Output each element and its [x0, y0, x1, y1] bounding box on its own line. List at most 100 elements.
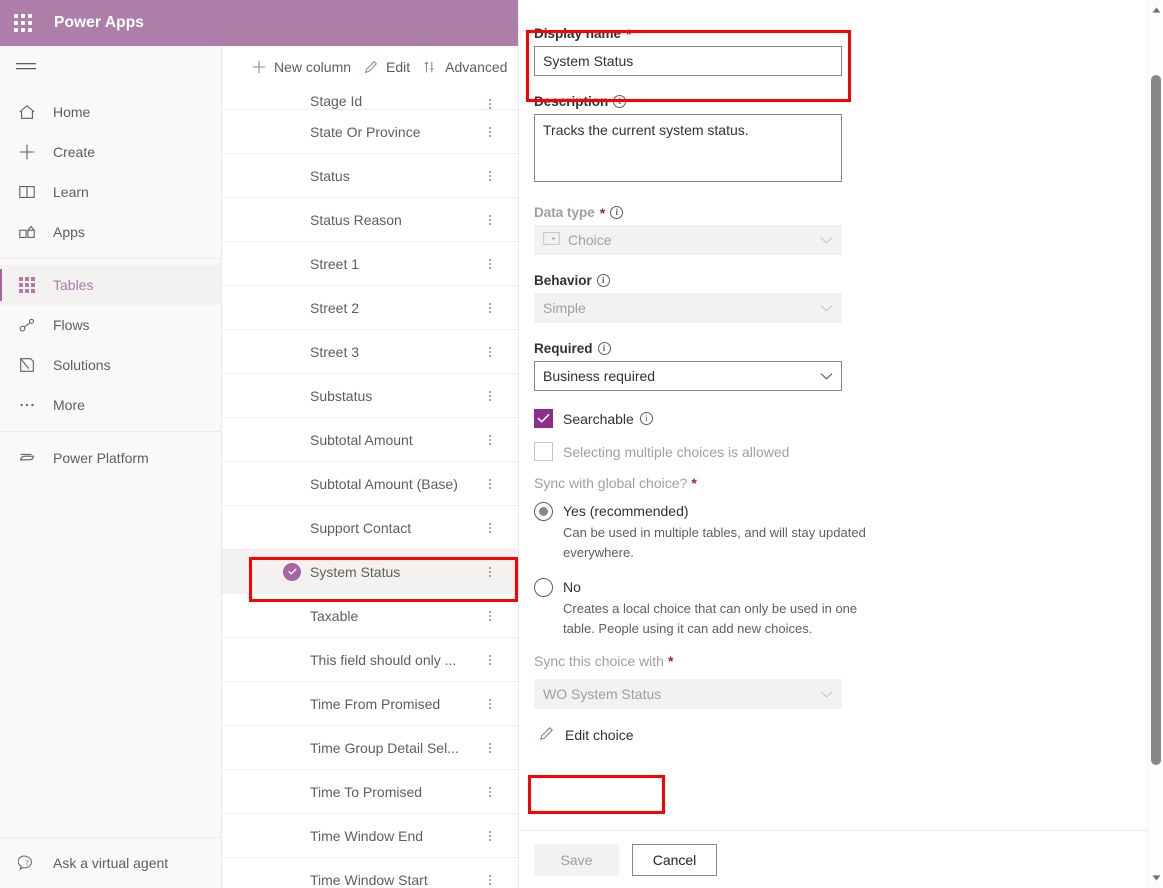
sidebar-item-flows[interactable]: Flows — [0, 305, 221, 345]
table-row[interactable]: Time Window Start — [222, 858, 518, 888]
table-row-system-status[interactable]: System Status — [222, 550, 518, 594]
new-column-button[interactable]: New column — [248, 54, 360, 79]
table-row[interactable]: Street 3 — [222, 330, 518, 374]
kebab-menu-icon[interactable] — [476, 874, 504, 885]
radio-no[interactable] — [534, 578, 553, 597]
kebab-menu-icon[interactable] — [476, 390, 504, 401]
sync-global-no-help: Creates a local choice that can only be … — [563, 601, 858, 636]
kebab-menu-icon[interactable] — [476, 786, 504, 797]
data-type-label: Data type — [534, 205, 595, 220]
sync-global-option-no[interactable]: No — [534, 577, 849, 597]
sidebar-label-create: Create — [53, 144, 96, 160]
columns-pane: New column Edit Advanced Stage Id State … — [222, 46, 518, 888]
edit-button[interactable]: Edit — [360, 54, 419, 79]
panel-scrollbar[interactable] — [1147, 0, 1163, 888]
kebab-menu-icon[interactable] — [476, 830, 504, 841]
kebab-menu-icon[interactable] — [476, 434, 504, 445]
sidebar-item-learn[interactable]: Learn — [0, 172, 221, 212]
kebab-menu-icon[interactable] — [476, 522, 504, 533]
table-row[interactable]: State Or Province — [222, 110, 518, 154]
chevron-down-icon — [820, 304, 833, 313]
waffle-grid-icon[interactable] — [0, 0, 46, 46]
app-brand-title[interactable]: Power Apps — [54, 14, 144, 32]
kebab-menu-icon[interactable] — [476, 170, 504, 181]
table-row[interactable]: This field should only ... — [222, 638, 518, 682]
sync-global-label-row: Sync with global choice? * — [534, 475, 849, 491]
edit-label: Edit — [386, 58, 411, 75]
sidebar-item-apps[interactable]: Apps — [0, 212, 221, 252]
sync-choice-with-value: WO System Status — [543, 686, 662, 702]
description-textarea[interactable]: Tracks the current system status. — [534, 114, 842, 182]
kebab-menu-icon[interactable] — [476, 654, 504, 665]
column-name: System Status — [310, 563, 401, 580]
table-row[interactable]: Time To Promised — [222, 770, 518, 814]
column-name: Substatus — [310, 387, 373, 404]
hamburger-icon[interactable] — [0, 46, 221, 90]
nav-divider-1 — [0, 258, 221, 259]
kebab-menu-icon[interactable] — [476, 478, 504, 489]
advanced-button[interactable]: Advanced — [419, 54, 516, 79]
panel-scroll-region: Display name * Description i Tracks the … — [519, 0, 1147, 830]
table-row[interactable]: Taxable — [222, 594, 518, 638]
kebab-menu-icon[interactable] — [476, 99, 504, 109]
kebab-menu-icon[interactable] — [476, 302, 504, 313]
scroll-thumb[interactable] — [1151, 75, 1161, 765]
info-icon[interactable]: i — [639, 412, 653, 425]
behavior-label-row: Behavior i — [534, 273, 849, 288]
table-row[interactable]: Time From Promised — [222, 682, 518, 726]
table-row[interactable]: Support Contact — [222, 506, 518, 550]
sidebar-item-ask-virtual-agent[interactable]: ? Ask a virtual agent — [0, 838, 222, 888]
table-row[interactable]: Time Window End — [222, 814, 518, 858]
column-name: Time Group Detail Sel... — [310, 739, 459, 756]
kebab-menu-icon[interactable] — [476, 214, 504, 225]
kebab-menu-icon[interactable] — [476, 346, 504, 357]
info-icon[interactable]: i — [596, 274, 610, 287]
table-row[interactable]: Status — [222, 154, 518, 198]
data-type-value: Choice — [568, 232, 612, 248]
table-row[interactable]: Status Reason — [222, 198, 518, 242]
kebab-menu-icon[interactable] — [476, 698, 504, 709]
searchable-row: Searchable i — [534, 409, 849, 428]
table-row[interactable]: Time Group Detail Sel... — [222, 726, 518, 770]
pencil-icon — [362, 58, 379, 75]
searchable-checkbox[interactable] — [534, 409, 553, 428]
chevron-down-icon — [820, 690, 833, 699]
columns-list[interactable]: Stage Id State Or Province Status Status… — [222, 88, 518, 888]
kebab-menu-icon[interactable] — [476, 610, 504, 621]
table-row[interactable]: Stage Id — [222, 88, 518, 110]
kebab-menu-icon[interactable] — [476, 742, 504, 753]
display-name-label: Display name — [534, 26, 622, 41]
sidebar-label-home: Home — [53, 104, 91, 120]
edit-choice-button[interactable]: Edit choice — [534, 719, 643, 751]
table-row[interactable]: Subtotal Amount — [222, 418, 518, 462]
kebab-menu-icon[interactable] — [476, 126, 504, 137]
table-row[interactable]: Street 1 — [222, 242, 518, 286]
table-row[interactable]: Substatus — [222, 374, 518, 418]
kebab-menu-icon[interactable] — [476, 566, 504, 577]
plus-icon — [250, 58, 267, 75]
column-name: Support Contact — [310, 519, 412, 536]
scroll-down-arrow-icon[interactable] — [1148, 870, 1163, 886]
column-name: Time To Promised — [310, 783, 423, 800]
sidebar-item-solutions[interactable]: Solutions — [0, 345, 221, 385]
sidebar-item-more[interactable]: More — [0, 385, 221, 425]
display-name-input[interactable] — [534, 46, 842, 76]
kebab-menu-icon[interactable] — [476, 258, 504, 269]
sidebar-item-create[interactable]: Create — [0, 132, 221, 172]
table-row[interactable]: Subtotal Amount (Base) — [222, 462, 518, 506]
sidebar-item-power-platform[interactable]: Power Platform — [0, 438, 221, 478]
info-icon[interactable]: i — [613, 95, 627, 108]
sidebar-item-home[interactable]: Home — [0, 92, 221, 132]
required-dropdown[interactable]: Business required — [534, 361, 842, 391]
radio-yes[interactable] — [534, 502, 553, 521]
sync-choice-with-dropdown: WO System Status — [534, 679, 842, 709]
table-row[interactable]: Street 2 — [222, 286, 518, 330]
info-icon[interactable]: i — [597, 342, 611, 355]
info-icon[interactable]: i — [610, 206, 624, 219]
sidebar-item-tables[interactable]: Tables — [0, 265, 221, 305]
column-name: Time Window End — [310, 827, 424, 844]
sync-global-option-yes[interactable]: Yes (recommended) — [534, 501, 849, 521]
scroll-up-arrow-icon[interactable] — [1148, 2, 1163, 18]
required-label-row: Required i — [534, 341, 849, 356]
cancel-button[interactable]: Cancel — [632, 843, 717, 876]
